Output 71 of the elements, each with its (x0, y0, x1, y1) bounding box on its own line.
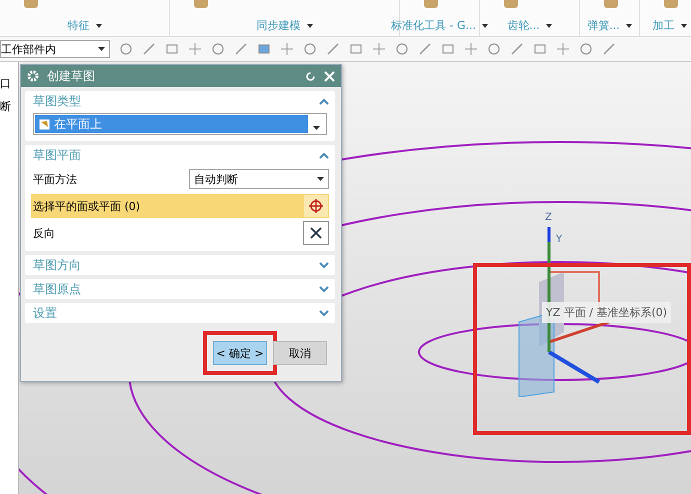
caret-icon (317, 177, 324, 181)
toolbar-tool-icon[interactable] (418, 42, 432, 56)
close-icon[interactable] (324, 70, 335, 82)
settings-icon[interactable] (27, 70, 39, 82)
chevron-down-icon[interactable] (319, 262, 329, 268)
tool-icon[interactable] (504, 0, 518, 8)
selection-row[interactable]: 选择平的面或平面 (0) (31, 194, 329, 218)
toolbar-tool-icon[interactable] (556, 42, 570, 56)
chevron-up-icon[interactable] (319, 98, 329, 104)
chevron-down-icon[interactable] (319, 310, 329, 316)
toolbar-tool-icon[interactable] (533, 42, 547, 56)
axis-label: Y (556, 234, 562, 245)
cancel-button[interactable]: 取消 (273, 341, 327, 365)
caret-icon[interactable] (626, 24, 632, 28)
toolbar-tool-icon[interactable] (257, 42, 271, 56)
toolbar-tool-icon[interactable] (303, 42, 317, 56)
axis-label: Z (545, 212, 552, 223)
caret-icon (313, 126, 320, 130)
sketch-type-dropdown[interactable]: 在平面上 (33, 113, 327, 135)
caret-icon[interactable] (306, 24, 312, 28)
toolbar-tool-icon[interactable] (372, 42, 386, 56)
caret-icon[interactable] (546, 24, 552, 28)
field-label: 平面方法 (33, 172, 77, 186)
tool-icon[interactable] (604, 0, 618, 8)
plane-tooltip: YZ 平面 / 基准坐标系(0) (542, 302, 672, 323)
reverse-direction-button[interactable] (303, 221, 329, 245)
toolbar-tool-icon[interactable] (441, 42, 455, 56)
ribbon-group-label: 标准化工具 - G... (391, 18, 476, 33)
tool-icon[interactable] (664, 0, 678, 8)
ok-button[interactable]: < 确定 > (213, 341, 267, 365)
toolbar-tool-icon[interactable] (211, 42, 225, 56)
crosshair-button[interactable] (303, 194, 329, 218)
chevron-down-icon[interactable] (319, 286, 329, 292)
caret-icon[interactable] (482, 24, 488, 28)
dialog-title: 创建草图 (47, 68, 96, 84)
chevron-up-icon[interactable] (319, 152, 329, 158)
toolbar-tool-icon[interactable] (280, 42, 294, 56)
toolbar-tool-icon[interactable] (395, 42, 409, 56)
plane-icon (39, 118, 50, 130)
plane-method-dropdown[interactable]: 自动判断 (189, 169, 329, 189)
field-label: 反向 (33, 226, 55, 240)
tool-icon[interactable] (194, 0, 208, 8)
toolbar-tool-icon[interactable] (188, 42, 202, 56)
toolbar-tool-icon[interactable] (510, 42, 524, 56)
toolbar-tool-icon[interactable] (326, 42, 340, 56)
toolbar-tool-icon[interactable] (165, 42, 179, 56)
swap-arrows-icon (309, 226, 323, 240)
tool-icon[interactable] (424, 0, 438, 8)
panel-text: 断 (0, 99, 12, 114)
crosshair-icon (308, 198, 324, 214)
ribbon-group-label: 齿轮... (507, 18, 540, 33)
ribbon-group-label: 特征 (68, 18, 90, 33)
caret-icon[interactable] (96, 24, 102, 28)
ribbon-group-label: 弹簧... (587, 18, 620, 33)
toolbar-tool-icon[interactable] (349, 42, 363, 56)
scope-dropdown[interactable]: 工作部件内 (0, 40, 110, 58)
toolbar-tool-icon[interactable] (234, 42, 248, 56)
toolbar-tool-icon[interactable] (602, 42, 616, 56)
toolbar-tool-icon[interactable] (142, 42, 156, 56)
toolbar-tool-icon[interactable] (579, 42, 593, 56)
toolbar-tool-icon[interactable] (464, 42, 478, 56)
toolbar-tool-icon[interactable] (119, 42, 133, 56)
reset-icon[interactable] (305, 70, 316, 82)
panel-text: 口 (0, 76, 12, 91)
caret-icon[interactable] (680, 24, 686, 28)
ribbon-group-label: 加工 (652, 18, 674, 33)
caret-icon (98, 47, 105, 51)
tool-icon[interactable] (24, 0, 38, 8)
section-title[interactable]: 草图原点 (33, 280, 81, 298)
toolbar-tool-icon[interactable] (487, 42, 501, 56)
ribbon-group-label: 同步建模 (256, 18, 300, 33)
